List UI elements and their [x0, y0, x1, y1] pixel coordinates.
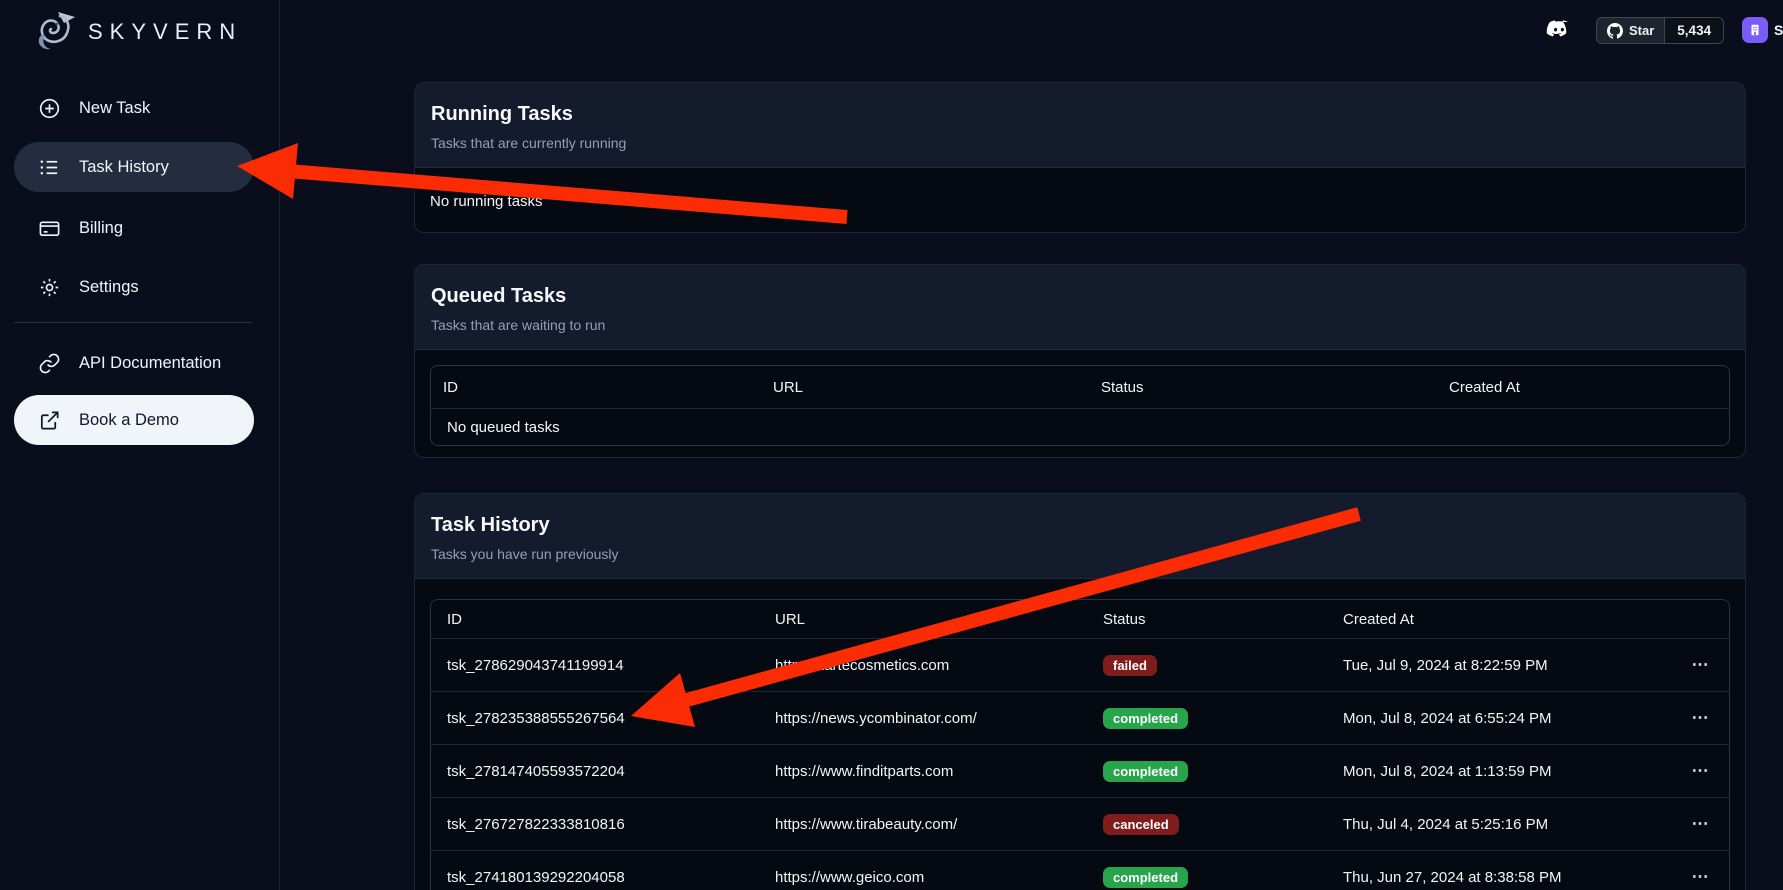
sidebar-item-label: Settings [79, 278, 139, 297]
task-created-at: Thu, Jun 27, 2024 at 8:38:58 PM [1327, 869, 1672, 886]
sidebar-item-label: Billing [79, 219, 123, 238]
organization-icon [1748, 23, 1762, 37]
table-row[interactable]: tsk_276727822333810816 https://www.tirab… [431, 797, 1729, 850]
column-header-url: URL [761, 379, 1089, 396]
status-badge: canceled [1103, 814, 1179, 835]
card-title: Task History [431, 514, 1729, 537]
card-title: Queued Tasks [431, 285, 1729, 308]
sidebar-divider [14, 322, 252, 323]
queued-tasks-table: ID URL Status Created At No queued tasks [430, 365, 1730, 446]
column-header-url: URL [759, 611, 1087, 628]
task-created-at: Mon, Jul 8, 2024 at 1:13:59 PM [1327, 763, 1672, 780]
github-star-label: Star [1629, 23, 1654, 38]
task-id: tsk_278147405593572204 [431, 763, 759, 780]
column-header-created-at: Created At [1437, 379, 1730, 396]
github-star-count[interactable]: 5,434 [1664, 18, 1723, 43]
column-header-status: Status [1087, 611, 1327, 628]
task-id: tsk_278235388555267564 [431, 710, 759, 727]
task-created-at: Thu, Jul 4, 2024 at 5:25:16 PM [1327, 816, 1672, 833]
card-subtitle: Tasks that are currently running [431, 135, 1729, 151]
card-subtitle: Tasks you have run previously [431, 546, 1729, 562]
sidebar-item-task-history[interactable]: Task History [14, 142, 254, 192]
github-icon [1607, 23, 1623, 39]
status-badge: completed [1103, 708, 1188, 729]
table-header-row: ID URL Status Created At [431, 600, 1729, 638]
app-window: SKYVERN New Task Task History Billing [0, 0, 1783, 890]
task-id: tsk_276727822333810816 [431, 816, 759, 833]
row-actions-button[interactable]: ⋯ [1686, 704, 1717, 732]
task-created-at: Mon, Jul 8, 2024 at 6:55:24 PM [1327, 710, 1672, 727]
queued-tasks-header: Queued Tasks Tasks that are waiting to r… [415, 265, 1745, 350]
sidebar-item-new-task[interactable]: New Task [14, 83, 254, 133]
sidebar-item-label: API Documentation [79, 354, 221, 373]
queued-tasks-empty-state: No queued tasks [431, 409, 1729, 445]
topbar: Star 5,434 Sk [1520, 0, 1783, 60]
card-subtitle: Tasks that are waiting to run [431, 317, 1729, 333]
external-link-icon [38, 409, 61, 432]
status-badge: failed [1103, 655, 1157, 676]
task-history-table: ID URL Status Created At tsk_27862904374… [430, 599, 1730, 890]
task-created-at: Tue, Jul 9, 2024 at 8:22:59 PM [1327, 657, 1672, 674]
sidebar-item-label: Task History [79, 158, 169, 177]
running-tasks-empty-state: No running tasks [430, 183, 1730, 222]
table-row[interactable]: tsk_278235388555267564 https://news.ycom… [431, 691, 1729, 744]
task-url: https://www.tirabeauty.com/ [759, 816, 1087, 833]
sidebar-item-label: New Task [79, 99, 150, 118]
row-actions-button[interactable]: ⋯ [1686, 810, 1717, 838]
row-actions-button[interactable]: ⋯ [1686, 651, 1717, 679]
column-header-id: ID [431, 611, 759, 628]
sidebar-item-billing[interactable]: Billing [14, 203, 254, 253]
sidebar-item-book-a-demo[interactable]: Book a Demo [14, 395, 254, 445]
table-header-row: ID URL Status Created At [431, 366, 1729, 408]
sidebar: SKYVERN New Task Task History Billing [0, 0, 280, 890]
card-title: Running Tasks [431, 103, 1729, 126]
task-id: tsk_278629043741199914 [431, 657, 759, 674]
sidebar-item-api-documentation[interactable]: API Documentation [14, 338, 254, 388]
queued-tasks-card: Queued Tasks Tasks that are waiting to r… [414, 264, 1746, 458]
column-header-created-at: Created At [1327, 611, 1672, 628]
row-actions-button[interactable]: ⋯ [1686, 757, 1717, 785]
running-tasks-header: Running Tasks Tasks that are currently r… [415, 83, 1745, 168]
task-id: tsk_274180139292204058 [431, 869, 759, 886]
table-row[interactable]: tsk_274180139292204058 https://www.geico… [431, 850, 1729, 890]
task-url: https://tartecosmetics.com [759, 657, 1087, 674]
list-icon [38, 156, 61, 179]
github-star-button[interactable]: Star 5,434 [1596, 17, 1724, 44]
discord-icon[interactable] [1544, 15, 1574, 45]
row-actions-button[interactable]: ⋯ [1686, 863, 1717, 890]
brand-name: SKYVERN [88, 19, 242, 45]
account-avatar[interactable] [1742, 17, 1768, 43]
skyvern-dragon-icon [30, 8, 78, 56]
account-name[interactable]: Sk [1774, 22, 1783, 38]
skyvern-logo[interactable]: SKYVERN [30, 8, 242, 56]
table-row[interactable]: tsk_278147405593572204 https://www.findi… [431, 744, 1729, 797]
plus-circle-icon [38, 97, 61, 120]
task-history-card: Task History Tasks you have run previous… [414, 493, 1746, 890]
credit-card-icon [38, 217, 61, 240]
gear-icon [38, 276, 61, 299]
status-badge: completed [1103, 867, 1188, 888]
sidebar-item-label: Book a Demo [79, 411, 179, 430]
task-url: https://news.ycombinator.com/ [759, 710, 1087, 727]
task-url: https://www.finditparts.com [759, 763, 1087, 780]
link-icon [38, 352, 61, 375]
task-history-header: Task History Tasks you have run previous… [415, 494, 1745, 579]
task-url: https://www.geico.com [759, 869, 1087, 886]
column-header-id: ID [431, 379, 761, 396]
status-badge: completed [1103, 761, 1188, 782]
running-tasks-card: Running Tasks Tasks that are currently r… [414, 82, 1746, 233]
column-header-status: Status [1089, 379, 1437, 396]
github-star-segment[interactable]: Star [1597, 18, 1664, 43]
table-row[interactable]: tsk_278629043741199914 https://tartecosm… [431, 638, 1729, 691]
sidebar-item-settings[interactable]: Settings [14, 262, 254, 312]
